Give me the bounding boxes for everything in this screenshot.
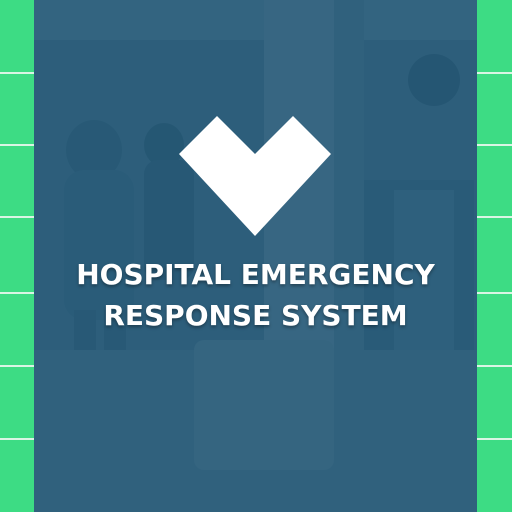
strip-divider <box>477 438 512 440</box>
strip-divider <box>477 365 512 367</box>
strip-divider <box>0 216 34 218</box>
strip-divider <box>477 72 512 74</box>
heart-chevron-icon <box>179 116 331 236</box>
center-panel: HOSPITAL EMERGENCY RESPONSE SYSTEM <box>34 0 477 512</box>
strip-divider <box>0 438 34 440</box>
right-accent-strip <box>477 0 512 512</box>
strip-divider <box>477 144 512 146</box>
app-title-line2: RESPONSE SYSTEM <box>103 299 408 332</box>
strip-divider <box>0 292 34 294</box>
strip-divider <box>0 365 34 367</box>
strip-divider <box>477 292 512 294</box>
app-title-line1: HOSPITAL EMERGENCY <box>76 258 435 291</box>
strip-divider <box>477 216 512 218</box>
app-icon-tile: HOSPITAL EMERGENCY RESPONSE SYSTEM <box>0 0 512 512</box>
left-accent-strip <box>0 0 34 512</box>
strip-divider <box>0 72 34 74</box>
strip-divider <box>0 144 34 146</box>
